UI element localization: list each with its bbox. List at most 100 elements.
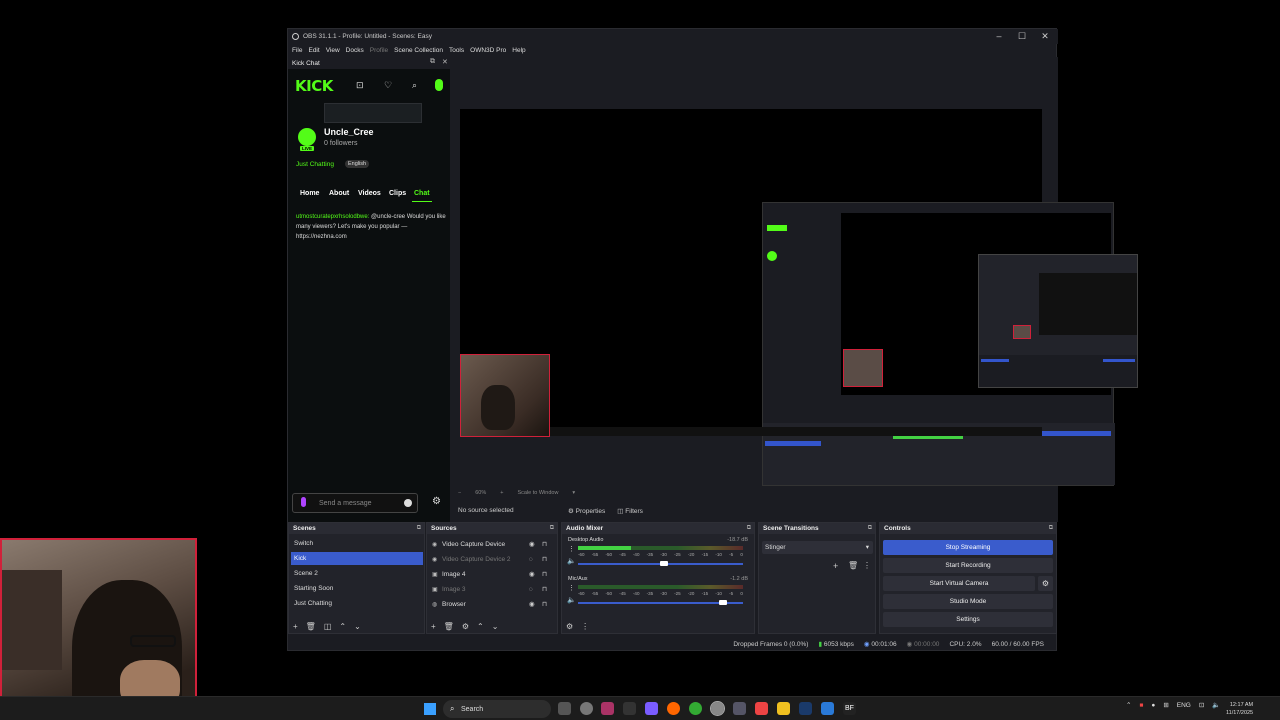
tray-app-icon[interactable]: ⊞ (1163, 701, 1168, 709)
eye-icon[interactable]: ◉ (529, 598, 535, 611)
lock-icon[interactable]: ⊓ (542, 568, 547, 581)
menu-help[interactable]: Help (512, 47, 525, 54)
transition-select[interactable]: Stinger ▾ (762, 541, 873, 554)
scenes-undock-icon[interactable]: ⧉ (417, 523, 421, 534)
volume-knob[interactable] (659, 561, 668, 566)
zoom-out-button[interactable]: − (458, 490, 461, 496)
volume-icon[interactable]: 🔈 (1212, 701, 1220, 709)
webcam-source-preview[interactable] (460, 354, 550, 437)
tab-about[interactable]: About (329, 190, 349, 197)
file-explorer-icon[interactable] (777, 702, 790, 715)
source-item[interactable]: ◉ Video Capture Device ◉ ⊓ (429, 538, 554, 551)
channel-avatar[interactable] (296, 126, 318, 148)
volume-slider[interactable] (578, 561, 743, 566)
scene-item-just-chatting[interactable]: Just Chatting (291, 597, 423, 610)
add-scene-icon[interactable]: + (293, 622, 298, 631)
chrome-icon[interactable] (689, 702, 702, 715)
profile-avatar-icon[interactable] (435, 79, 443, 91)
lock-icon[interactable]: ⊓ (542, 583, 547, 596)
chat-settings-icon[interactable]: ⚙ (432, 496, 441, 507)
move-down-icon[interactable]: ⌄ (354, 622, 361, 631)
scene-item-switch[interactable]: Switch (291, 537, 423, 550)
tray-mic-icon[interactable]: ● (1151, 702, 1155, 709)
channel-menu-icon[interactable]: ⋮ (568, 545, 575, 553)
stream-thumbnail[interactable] (324, 103, 422, 123)
chat-input[interactable]: Send a message (292, 493, 418, 513)
tab-chat[interactable]: Chat (414, 190, 430, 197)
remove-scene-icon[interactable]: 🗑 (306, 622, 316, 631)
menu-file[interactable]: File (292, 47, 302, 54)
lock-icon[interactable]: ⊓ (542, 553, 547, 566)
maximize-button[interactable]: ☐ (1011, 31, 1033, 42)
controls-undock-icon[interactable]: ⧉ (1049, 523, 1053, 534)
steam-icon[interactable] (799, 702, 812, 715)
sources-undock-icon[interactable]: ⧉ (550, 523, 554, 534)
minimize-button[interactable]: – (988, 31, 1010, 41)
speaker-icon[interactable]: 🔈 (567, 557, 576, 565)
studio-mode-button[interactable]: Studio Mode (883, 594, 1053, 609)
volume-slider[interactable] (578, 600, 743, 605)
emoji-icon[interactable] (404, 499, 412, 507)
tab-home[interactable]: Home (300, 190, 319, 197)
scale-dropdown-icon[interactable]: ▾ (572, 490, 575, 496)
app-icon[interactable] (645, 702, 658, 715)
close-button[interactable]: ✕ (1034, 31, 1056, 42)
app-icon[interactable] (733, 702, 746, 715)
volume-knob[interactable] (719, 600, 728, 605)
language-indicator[interactable]: ENG (1177, 702, 1191, 709)
tray-chevron-icon[interactable]: ⌃ (1126, 701, 1131, 709)
mixer-settings-icon[interactable]: ⚙ (566, 622, 573, 631)
taskbar-search[interactable]: Search (443, 700, 551, 718)
dock-close-icon[interactable]: ✕ (442, 58, 448, 66)
network-icon[interactable]: ⊡ (1199, 701, 1204, 709)
menu-tools[interactable]: Tools (449, 47, 464, 54)
eye-icon[interactable]: ◉ (529, 538, 535, 551)
zoom-level[interactable]: 60% (475, 490, 486, 496)
stop-streaming-button[interactable]: Stop Streaming (883, 540, 1053, 555)
source-properties-icon[interactable]: ⚙ (462, 622, 469, 631)
gift-icon[interactable]: ⊡ (356, 80, 364, 91)
source-item[interactable]: ▣ Image 4 ◉ ⊓ (429, 568, 554, 581)
filters-button[interactable]: ◫ Filters (617, 507, 643, 515)
scale-mode[interactable]: Scale to Window (517, 490, 558, 496)
scene-item-kick[interactable]: Kick (291, 552, 423, 565)
start-icon[interactable] (424, 703, 436, 715)
scene-item-scene-2[interactable]: Scene 2 (291, 567, 423, 580)
menu-docks[interactable]: Docks (346, 47, 364, 54)
source-down-icon[interactable]: ⌄ (492, 622, 499, 631)
transitions-undock-icon[interactable]: ⧉ (868, 523, 872, 534)
speaker-icon[interactable]: 🔈 (567, 596, 576, 604)
task-view-icon[interactable] (558, 702, 571, 715)
source-up-icon[interactable]: ⌃ (477, 622, 484, 631)
channel-name[interactable]: Uncle_Cree (324, 127, 374, 137)
start-recording-button[interactable]: Start Recording (883, 558, 1053, 573)
add-transition-icon[interactable]: + (833, 561, 838, 571)
lock-icon[interactable]: ⊓ (542, 538, 547, 551)
virtual-camera-settings-icon[interactable]: ⚙ (1038, 576, 1053, 591)
scene-item-starting-soon[interactable]: Starting Soon (291, 582, 423, 595)
properties-button[interactable]: ⚙ Properties (568, 507, 605, 515)
tab-clips[interactable]: Clips (389, 190, 406, 197)
filter-scene-icon[interactable]: ◫ (324, 622, 332, 631)
lock-icon[interactable]: ⊓ (542, 598, 547, 611)
source-item[interactable]: ◉ Video Capture Device 2 ◌ ⊓ (429, 553, 554, 566)
menu-view[interactable]: View (326, 47, 340, 54)
tray-app-icon[interactable]: ■ (1139, 702, 1143, 709)
heart-icon[interactable]: ♡ (384, 80, 392, 91)
category-link[interactable]: Just Chatting (296, 161, 334, 168)
source-item[interactable]: ▣ Image 3 ◌ ⊓ (429, 583, 554, 596)
brave-icon[interactable] (755, 702, 768, 715)
firefox-icon[interactable] (667, 702, 680, 715)
kick-logo[interactable]: KICK (295, 77, 333, 95)
app-icon[interactable] (623, 702, 636, 715)
remove-transition-icon[interactable]: 🗑 (848, 561, 858, 570)
undock-icon[interactable]: ⧉ (430, 58, 435, 66)
clock[interactable]: 12:17 AM 11/17/2025 (1226, 701, 1253, 717)
eye-icon[interactable]: ◉ (529, 568, 535, 581)
source-item[interactable]: ◍ Browser ◉ ⊓ (429, 598, 554, 611)
obs-active-icon[interactable] (710, 701, 725, 716)
mixer-menu-icon[interactable]: ⋮ (581, 622, 589, 631)
mic-icon[interactable] (301, 497, 306, 507)
remove-source-icon[interactable]: 🗑 (444, 622, 454, 631)
search-icon[interactable]: ⌕ (412, 80, 417, 91)
